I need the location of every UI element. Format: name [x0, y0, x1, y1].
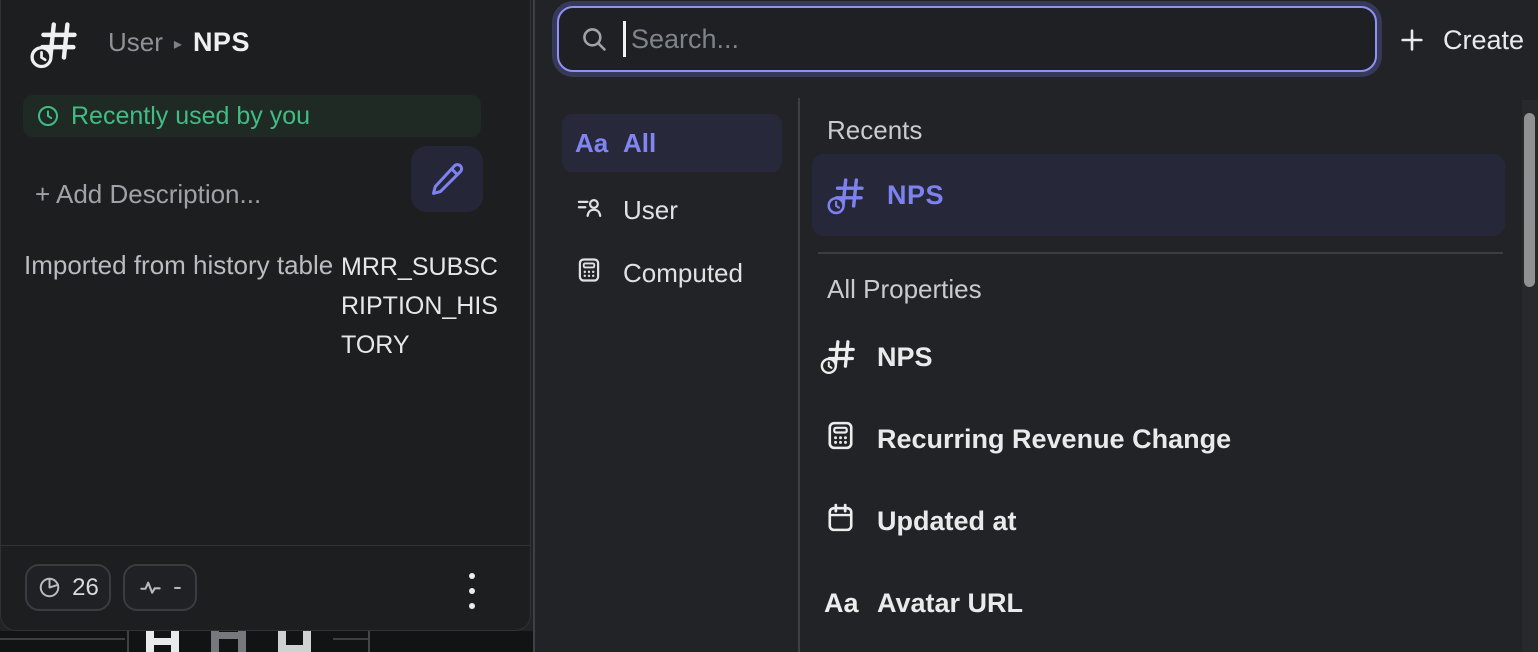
tab-label: User	[623, 195, 678, 226]
tab-label: Computed	[623, 258, 743, 289]
activity-icon	[138, 575, 163, 600]
trend-value: -	[173, 571, 182, 605]
divider	[798, 98, 800, 652]
create-button[interactable]: Create	[1398, 18, 1524, 62]
imported-from-label: Imported from history table	[24, 250, 333, 281]
divider	[818, 252, 1503, 254]
divider	[533, 0, 535, 652]
property-item-label: Updated at	[877, 506, 1017, 537]
scrollbar-track[interactable]	[1522, 100, 1538, 652]
all-properties-header: All Properties	[827, 274, 982, 305]
number-history-icon	[831, 175, 867, 216]
search-input[interactable]	[629, 23, 1375, 56]
breadcrumb: User ▸ NPS	[108, 27, 250, 58]
scrollbar-thumb[interactable]	[1524, 113, 1535, 287]
column-icon	[211, 631, 246, 652]
calculator-icon	[575, 256, 603, 291]
usage-count-badge[interactable]: 26	[25, 564, 111, 611]
breadcrumb-current: NPS	[193, 27, 250, 58]
property-item-label: Recurring Revenue Change	[877, 424, 1231, 455]
calculator-icon	[824, 419, 857, 459]
pencil-icon	[429, 161, 465, 197]
breadcrumb-parent[interactable]: User	[108, 27, 163, 58]
divider	[368, 631, 370, 652]
recently-used-badge: Recently used by you	[23, 95, 481, 137]
background-table-strip	[0, 631, 534, 652]
imported-from-value: MRR_SUBSCRIPTION_HISTORY	[341, 248, 503, 365]
search-bar	[557, 6, 1377, 72]
tab-label: All	[623, 128, 656, 159]
calendar-icon	[824, 501, 857, 541]
property-item-avatar-url[interactable]: Aa Avatar URL	[824, 581, 1023, 625]
create-button-label: Create	[1443, 25, 1524, 56]
recent-item-label: NPS	[887, 180, 944, 211]
property-item-label: NPS	[877, 342, 933, 373]
column-icon	[278, 631, 311, 652]
number-history-icon	[35, 18, 81, 64]
column-icon	[146, 631, 179, 652]
trend-badge[interactable]: -	[123, 564, 197, 611]
clock-icon	[36, 104, 60, 128]
property-search-overlay: User ▸ NPS Recently used by you + Add De…	[0, 0, 1538, 652]
text-type-icon: Aa	[824, 588, 857, 619]
divider	[1, 545, 530, 546]
property-item-recurring-revenue-change[interactable]: Recurring Revenue Change	[824, 417, 1231, 461]
number-history-icon	[824, 337, 857, 378]
text-type-icon: Aa	[575, 128, 603, 159]
divider	[0, 638, 125, 640]
text-cursor	[623, 21, 626, 57]
recently-used-label: Recently used by you	[71, 102, 310, 131]
property-item-label: Avatar URL	[877, 588, 1023, 619]
recents-header: Recents	[827, 115, 922, 146]
tab-all[interactable]: Aa All	[562, 114, 782, 172]
usage-count: 26	[72, 574, 99, 602]
property-item-updated-at[interactable]: Updated at	[824, 499, 1017, 543]
user-properties-icon	[575, 193, 603, 228]
tab-computed[interactable]: Computed	[562, 244, 782, 302]
add-description-button[interactable]: + Add Description...	[35, 179, 261, 210]
divider	[127, 631, 129, 652]
property-item-nps[interactable]: NPS	[824, 335, 933, 379]
plus-icon	[1398, 26, 1426, 54]
search-icon	[580, 25, 608, 53]
pie-chart-icon	[37, 575, 62, 600]
breadcrumb-separator-icon: ▸	[174, 32, 182, 54]
edit-button[interactable]	[411, 146, 483, 212]
recent-item-nps[interactable]: NPS	[812, 154, 1505, 236]
divider	[333, 638, 368, 640]
tab-user[interactable]: User	[562, 181, 782, 239]
property-details-panel: User ▸ NPS Recently used by you + Add De…	[0, 0, 531, 631]
more-options-button[interactable]	[469, 573, 475, 609]
